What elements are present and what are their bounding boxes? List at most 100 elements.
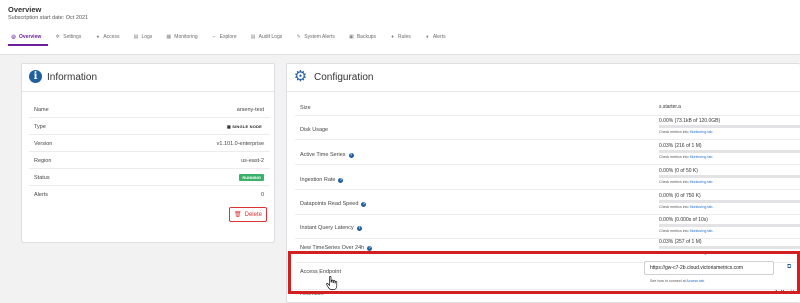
metric-value: 0.00% (0.000s of 10s) xyxy=(659,217,708,223)
metric-value: 0.00% (0 of 50 K) xyxy=(659,168,698,174)
progress-bar xyxy=(659,200,800,203)
grid-icon: ▦ xyxy=(166,33,172,40)
tab-label: Audit Logs xyxy=(258,34,283,40)
information-title: Information xyxy=(47,72,98,83)
info-value: us-east-2 xyxy=(241,158,264,164)
tab-label: Access xyxy=(103,34,120,40)
metric-note: Check metrics into Monitoring tab. xyxy=(659,229,714,233)
monitoring-tab-link[interactable]: Monitoring tab. xyxy=(690,180,714,184)
metric-value: 0.00% (0 of 750 K) xyxy=(659,193,701,199)
page-header: Overview Subscription start date: Oct 20… xyxy=(0,0,800,55)
help-icon[interactable]: ? xyxy=(367,245,373,251)
config-row-ingestion-rate: Ingestion Rate? 0.00% (0 of 50 K) Check … xyxy=(295,165,800,190)
status-badge: RUNNING xyxy=(239,174,264,181)
help-icon[interactable]: ? xyxy=(338,177,344,183)
info-label: Alerts xyxy=(34,192,49,198)
monitoring-tab-link[interactable]: Monitoring tab. xyxy=(690,130,714,134)
tab-label: Alerts xyxy=(432,34,446,40)
monitoring-tab-link[interactable]: Monitoring tab. xyxy=(690,229,714,233)
type-badge-label: SINGLE NODE xyxy=(232,124,262,129)
info-row-region: Region us-east-2 xyxy=(29,152,270,169)
overview-icon: ◎ xyxy=(11,33,16,40)
configuration-card-header: ⚙ Configuration xyxy=(287,64,800,92)
tab-alerts[interactable]: ♦ Alerts xyxy=(418,30,453,44)
wrench-icon: ✎ xyxy=(296,33,301,40)
delete-button[interactable]: 🗑 Delete xyxy=(229,207,267,222)
config-row-datapoints-read-speed: Datapoints Read Speed? 0.00% (0 of 750 K… xyxy=(295,190,800,215)
info-label: Name xyxy=(34,107,49,113)
lock-icon: ● xyxy=(96,33,100,40)
tab-label: Monitoring xyxy=(174,34,198,40)
chart-icon: ⌐ xyxy=(212,33,216,40)
tab-monitoring[interactable]: ▦ Monitoring xyxy=(159,30,204,44)
config-row-size: Size s.starter.a xyxy=(295,100,800,116)
info-row-status: Status RUNNING xyxy=(29,169,270,186)
page-title: Overview xyxy=(8,5,42,14)
help-icon[interactable]: ? xyxy=(348,152,354,158)
info-row-alerts: Alerts 0 xyxy=(29,186,270,203)
tab-settings[interactable]: ✲ Settings xyxy=(48,30,88,44)
progress-bar xyxy=(659,224,800,227)
config-row-instant-query-latency: Instant Query Latency? 0.00% (0.000s of … xyxy=(295,215,800,239)
tab-overview[interactable]: ◎ Overview xyxy=(8,30,48,44)
bell-icon: ♦ xyxy=(426,33,429,40)
help-icon[interactable]: ? xyxy=(356,225,362,231)
config-label: Active Time Series? xyxy=(300,152,354,158)
config-label: Disk Usage xyxy=(300,127,329,133)
tab-access[interactable]: ● Access xyxy=(88,30,126,44)
tab-logs[interactable]: ▤ Logs xyxy=(126,30,159,44)
tab-audit-logs[interactable]: ▤ Audit Logs xyxy=(244,30,290,44)
information-card-header: i Information xyxy=(22,64,274,92)
list-icon: ▤ xyxy=(250,33,256,40)
config-row-disk-usage: Disk Usage 0.00% (73.1kB of 120.0GB) Che… xyxy=(295,116,800,140)
help-icon[interactable]: ? xyxy=(361,201,367,207)
metric-note: Check metrics into Monitoring tab. xyxy=(659,130,714,134)
metric-value: 0.03% (257 of 1 M) xyxy=(659,239,702,245)
metric-value: 0.00% (73.1kB of 120.0GB) xyxy=(659,118,721,124)
info-row-type: Type ▦ SINGLE NODE xyxy=(29,118,270,135)
hand-cursor-icon xyxy=(326,276,338,290)
gear-icon: ✲ xyxy=(55,33,60,40)
info-label: Version xyxy=(34,141,53,147)
info-row-name: Name arseny-test xyxy=(29,101,270,118)
tab-backups[interactable]: ▣ Backups xyxy=(342,30,383,44)
config-row-active-time-series: Active Time Series? 0.03% (216 of 1 M) C… xyxy=(295,140,800,165)
bell-icon: ♦ xyxy=(391,33,394,40)
type-badge: ▦ SINGLE NODE xyxy=(224,123,264,130)
tab-explore[interactable]: ⌐ Explore xyxy=(205,30,244,44)
configuration-title: Configuration xyxy=(314,72,374,83)
highlight-box xyxy=(288,251,800,294)
size-value: s.starter.a xyxy=(659,104,681,110)
info-icon: i xyxy=(29,70,42,83)
tab-bar: ◎ Overview ✲ Settings ● Access ▤ Logs ▦ Monit… xyxy=(8,30,453,44)
monitoring-tab-link[interactable]: Monitoring tab. xyxy=(690,205,714,209)
config-label: Instant Query Latency? xyxy=(300,225,362,231)
metric-note: Check metrics into Monitoring tab. xyxy=(659,155,714,159)
tab-system-alerts[interactable]: ✎ System Alerts xyxy=(289,30,342,44)
delete-label: Delete xyxy=(244,211,262,218)
subscription-start-date: Subscription start date: Oct 2021 xyxy=(8,15,89,21)
config-label: Ingestion Rate? xyxy=(300,177,344,183)
info-row-version: Version v1.101.0-enterprise xyxy=(29,135,270,152)
monitoring-tab-link[interactable]: Monitoring tab. xyxy=(690,155,714,159)
tab-rules[interactable]: ♦ Rules xyxy=(383,30,418,44)
tab-label: Backups xyxy=(356,34,377,40)
tab-label: Overview xyxy=(19,34,42,40)
info-value: 0 xyxy=(260,192,264,198)
tab-label: Settings xyxy=(63,34,82,40)
info-label: Type xyxy=(34,124,46,130)
info-label: Region xyxy=(34,158,52,164)
tab-label: System Alerts xyxy=(304,34,335,40)
tab-label: Rules xyxy=(398,34,411,40)
box-icon: ▣ xyxy=(348,33,354,40)
progress-bar xyxy=(659,175,800,178)
info-value: v1.101.0-enterprise xyxy=(216,141,264,147)
active-tab-indicator xyxy=(8,44,48,46)
tab-label: Explore xyxy=(219,34,237,40)
progress-bar xyxy=(659,125,800,128)
progress-bar xyxy=(659,246,800,249)
tab-label: Logs xyxy=(141,34,153,40)
config-label: Size xyxy=(300,105,311,111)
trash-icon: 🗑 xyxy=(234,212,242,218)
info-value: arseny-test xyxy=(236,107,264,113)
